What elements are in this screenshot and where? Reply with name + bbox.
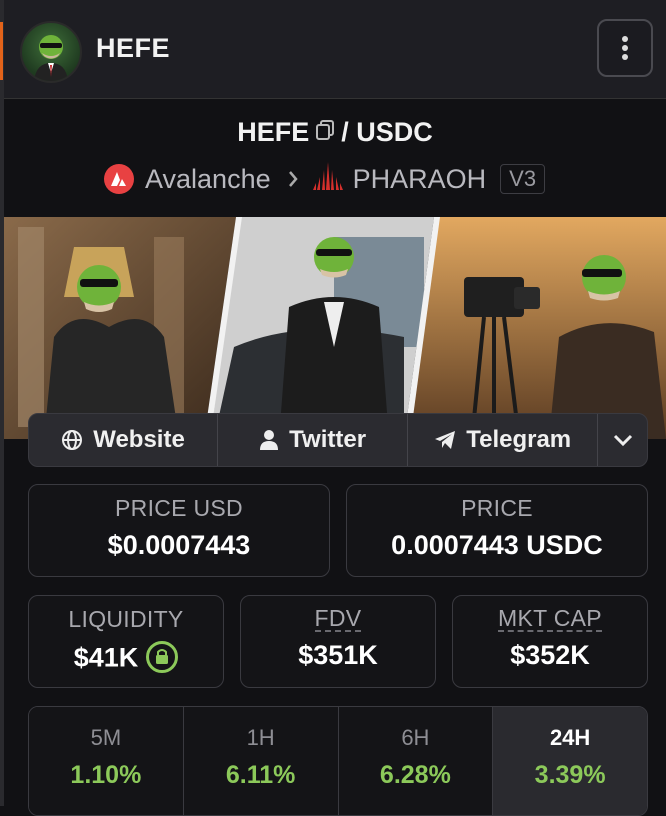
avalanche-icon (104, 164, 134, 194)
liquidity-label: LIQUIDITY (68, 606, 184, 632)
telegram-button[interactable]: Telegram (408, 414, 599, 466)
timeframe-label: 24H (549, 725, 591, 750)
copy-icon[interactable] (315, 114, 335, 150)
fdv-label[interactable]: FDV (314, 606, 362, 632)
token-header: HEFE (4, 0, 666, 99)
timeframe-label: 6H (401, 725, 430, 750)
chain-link[interactable]: Avalanche (145, 164, 271, 195)
price-card: PRICE 0.0007443 USDC (346, 484, 648, 577)
fdv-card: FDV $351K (240, 595, 436, 688)
twitter-label: Twitter (289, 426, 367, 453)
price-usd-card: PRICE USD $0.0007443 (28, 484, 330, 577)
social-links-bar: Website Twitter Telegram (28, 413, 648, 467)
timeframe-change: 3.39% (534, 761, 606, 789)
chain-breadcrumb: Avalanche PHARAOH V3 (104, 160, 546, 199)
timeframe-5m[interactable]: 5M 1.10% (29, 707, 184, 815)
pharaoh-icon (312, 160, 343, 199)
price-usd-label: PRICE USD (115, 495, 243, 521)
twitter-button[interactable]: Twitter (218, 414, 409, 466)
pair-separator: / (341, 117, 349, 148)
mkt-cap-value: $352K (510, 640, 590, 670)
price-value: 0.0007443 USDC (391, 530, 603, 560)
token-name: HEFE (96, 33, 171, 63)
lock-icon[interactable] (146, 641, 179, 673)
price-label: PRICE (461, 495, 533, 521)
liquidity-card: LIQUIDITY $41K (28, 595, 224, 688)
pair-title: HEFE / USDC (4, 114, 666, 150)
timeframe-change: 6.28% (379, 761, 451, 789)
timeframe-selector: 5M 1.10% 1H 6.11% 6H 6.28% 24H 3.39% (28, 706, 648, 816)
timeframe-change: 6.11% (225, 761, 296, 789)
active-accent-bar (0, 22, 3, 80)
price-usd-value: $0.0007443 (107, 530, 251, 560)
timeframe-6h[interactable]: 6H 6.28% (338, 707, 494, 815)
dex-link[interactable]: PHARAOH (353, 164, 487, 195)
token-avatar (20, 21, 82, 83)
chevron-right-icon (287, 164, 299, 195)
timeframe-1h[interactable]: 1H 6.11% (183, 707, 339, 815)
timeframe-label: 5M (90, 725, 122, 750)
kebab-menu-button[interactable] (597, 19, 653, 77)
timeframe-change: 1.10% (70, 761, 142, 789)
timeframe-label: 1H (246, 725, 275, 750)
mkt-cap-label[interactable]: MKT CAP (498, 606, 602, 632)
kebab-menu-icon (622, 36, 628, 60)
more-links-button[interactable] (598, 414, 647, 466)
mkt-cap-card: MKT CAP $352K (452, 595, 648, 688)
website-label: Website (93, 426, 185, 453)
liquidity-value-row: $41K (29, 641, 223, 678)
liquidity-value: $41K (73, 642, 139, 673)
pair-base: HEFE (237, 117, 310, 148)
globe-icon (61, 429, 83, 451)
dex-version-badge: V3 (500, 164, 546, 194)
chevron-down-icon (613, 426, 633, 454)
fdv-value: $351K (298, 640, 378, 670)
pair-quote: USDC (356, 117, 433, 148)
telegram-label: Telegram (466, 426, 572, 453)
timeframe-24h[interactable]: 24H 3.39% (493, 707, 647, 815)
website-button[interactable]: Website (29, 414, 219, 466)
token-banner-image (4, 217, 666, 439)
user-icon (259, 429, 279, 451)
telegram-icon (434, 430, 456, 450)
